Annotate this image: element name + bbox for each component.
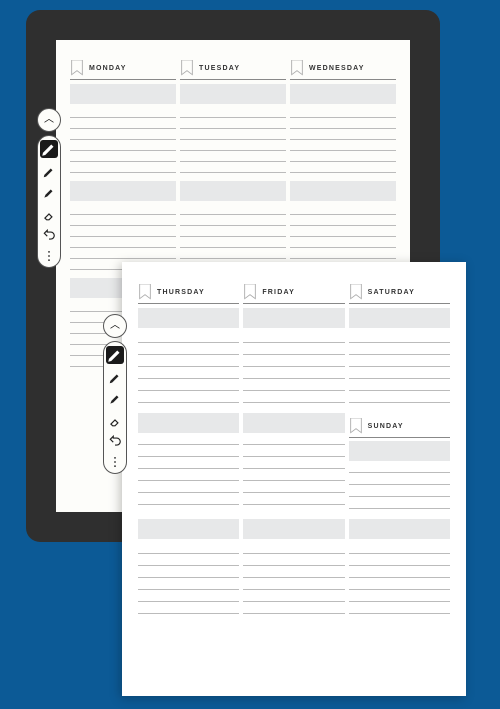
chevron-up-icon: ︿ — [44, 115, 54, 125]
grey-box — [349, 308, 450, 328]
highlighter-tool-icon[interactable] — [42, 186, 56, 200]
bookmark-icon — [349, 418, 363, 434]
pen2-tool-icon[interactable] — [108, 371, 122, 385]
line-block — [138, 331, 239, 403]
section — [70, 181, 396, 201]
line-block — [243, 331, 344, 403]
grey-box — [290, 84, 396, 104]
line-block — [243, 542, 344, 614]
grey-box — [180, 84, 286, 104]
line-block — [70, 107, 176, 173]
bookmark-icon — [243, 284, 257, 300]
grey-box — [243, 308, 344, 328]
day-label: SUNDAY — [368, 423, 404, 430]
day-label: FRIDAY — [262, 289, 295, 296]
more-tool-icon[interactable] — [108, 455, 122, 469]
line-block — [180, 107, 286, 173]
day-header-sunday: SUNDAY — [349, 418, 450, 438]
day-label: TUESDAY — [199, 65, 240, 72]
line-block — [349, 461, 450, 509]
bookmark-icon — [349, 284, 363, 300]
line-block — [138, 433, 239, 505]
line-block — [349, 542, 450, 614]
more-tool-icon[interactable] — [42, 249, 56, 263]
bookmark-icon — [138, 284, 152, 300]
line-block — [180, 204, 286, 270]
day-label: MONDAY — [89, 65, 127, 72]
day-header: TUESDAY — [180, 60, 286, 80]
grey-box — [243, 413, 344, 433]
line-block — [243, 433, 344, 505]
grey-box — [243, 519, 344, 539]
pen2-tool-icon[interactable] — [42, 165, 56, 179]
grey-box — [138, 413, 239, 433]
section: SUNDAY — [138, 413, 450, 509]
pen-tool-icon[interactable] — [40, 140, 58, 158]
toolbar: ︿ — [36, 108, 62, 268]
line-block — [290, 204, 396, 270]
day-header: FRIDAY — [243, 284, 344, 304]
section — [138, 519, 450, 539]
page-2: ︿ — [122, 262, 466, 696]
grey-box — [349, 519, 450, 539]
bookmark-icon — [290, 60, 304, 76]
day-headers: THURSDAY FRIDAY SATURDAY — [138, 284, 450, 304]
grey-box — [70, 84, 176, 104]
grey-box — [290, 181, 396, 201]
grey-box — [138, 308, 239, 328]
day-label: SATURDAY — [368, 289, 415, 296]
section — [138, 542, 450, 614]
eraser-tool-icon[interactable] — [42, 207, 56, 221]
line-block — [290, 107, 396, 173]
toolbar: ︿ — [102, 314, 128, 474]
grey-box — [180, 181, 286, 201]
line-block — [349, 331, 450, 403]
toolbar-body — [103, 341, 127, 474]
day-header: MONDAY — [70, 60, 176, 80]
section — [70, 204, 396, 270]
grey-box — [349, 441, 450, 461]
day-headers: MONDAY TUESDAY WEDNESDAY — [70, 60, 396, 80]
day-header: SATURDAY — [349, 284, 450, 304]
toolbar-collapse-button[interactable]: ︿ — [103, 314, 127, 338]
eraser-tool-icon[interactable] — [108, 413, 122, 427]
grey-box — [70, 181, 176, 201]
day-header: THURSDAY — [138, 284, 239, 304]
section — [70, 84, 396, 104]
pen-tool-icon[interactable] — [106, 346, 124, 364]
grey-box — [138, 519, 239, 539]
line-block — [70, 204, 176, 270]
day-label: WEDNESDAY — [309, 65, 365, 72]
day-label: THURSDAY — [157, 289, 205, 296]
line-block — [138, 542, 239, 614]
toolbar-body — [37, 135, 61, 268]
undo-tool-icon[interactable] — [108, 434, 122, 448]
section — [70, 107, 396, 173]
highlighter-tool-icon[interactable] — [108, 392, 122, 406]
planner-page2: THURSDAY FRIDAY SATURDAY — [122, 262, 466, 696]
day-header: WEDNESDAY — [290, 60, 396, 80]
toolbar-collapse-button[interactable]: ︿ — [37, 108, 61, 132]
section — [138, 308, 450, 328]
undo-tool-icon[interactable] — [42, 228, 56, 242]
bookmark-icon — [180, 60, 194, 76]
chevron-up-icon: ︿ — [110, 321, 120, 331]
section — [138, 331, 450, 403]
bookmark-icon — [70, 60, 84, 76]
